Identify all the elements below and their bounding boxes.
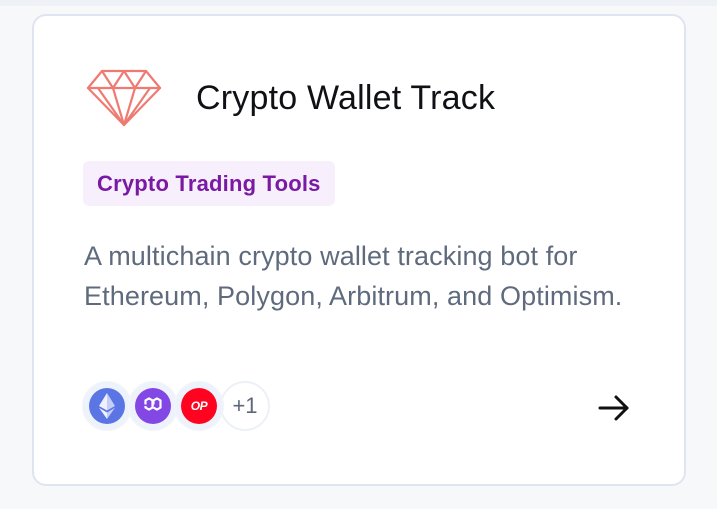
open-tool-button[interactable] <box>592 386 636 430</box>
card-title: Crypto Wallet Track <box>196 79 496 117</box>
category-tag[interactable]: Crypto Trading Tools <box>83 161 335 206</box>
supported-networks: OP +1 <box>82 381 270 431</box>
tool-card[interactable]: Crypto Wallet Track Crypto Trading Tools… <box>32 14 686 486</box>
category-tag-label: Crypto Trading Tools <box>97 170 321 196</box>
arrow-right-icon <box>598 395 629 421</box>
more-networks-count: +1 <box>232 393 258 418</box>
top-strip <box>0 0 717 6</box>
card-description: A multichain crypto wallet tracking bot … <box>84 241 623 311</box>
optimism-label: OP <box>190 399 208 413</box>
ethereum-icon <box>89 388 125 424</box>
more-networks-badge[interactable]: +1 <box>220 381 270 431</box>
polygon-badge <box>128 381 178 431</box>
optimism-icon: OP <box>181 388 217 424</box>
ethereum-badge <box>82 381 132 431</box>
page: Crypto Wallet Track Crypto Trading Tools… <box>0 0 717 509</box>
polygon-icon <box>135 388 171 424</box>
optimism-badge: OP <box>174 381 224 431</box>
diamond-icon <box>86 68 162 128</box>
